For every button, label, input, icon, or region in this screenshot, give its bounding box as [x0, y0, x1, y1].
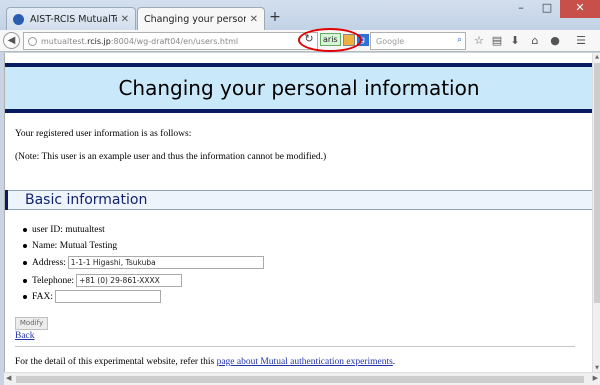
scroll-left-icon[interactable]: ◀	[6, 374, 11, 382]
new-tab-button[interactable]: +	[268, 9, 282, 25]
bullet-icon	[23, 294, 27, 299]
search-icon[interactable]: ⌕	[457, 35, 462, 45]
list-item-name: Name: Mutual Testing	[23, 241, 117, 251]
section-header: Basic information	[5, 190, 592, 210]
bullet-icon	[23, 244, 27, 248]
back-link-wrap: Back	[15, 331, 35, 341]
title-banner: Changing your personal information	[5, 63, 592, 113]
menu-icon[interactable]: ☰	[574, 34, 588, 47]
note-text: (Note: This user is an example user and …	[15, 152, 327, 162]
fax-label: FAX:	[32, 291, 53, 302]
section-bar	[5, 190, 8, 210]
home-icon[interactable]: ⌂	[528, 34, 542, 47]
list-item-telephone: Telephone:	[23, 274, 183, 287]
star-icon[interactable]: ☆	[472, 34, 486, 47]
highlight-circle	[298, 28, 362, 52]
name-text: Name: Mutual Testing	[32, 241, 118, 251]
maximize-icon[interactable]: □	[534, 0, 560, 18]
modify-button[interactable]: Modify	[15, 317, 48, 330]
telephone-label: Telephone:	[32, 275, 75, 286]
tab-changing-info[interactable]: Changing your personal info... ✕	[137, 7, 265, 31]
reading-list-icon[interactable]: ▤	[490, 34, 504, 47]
address-field[interactable]	[67, 256, 264, 269]
scroll-right-icon[interactable]: ▶	[593, 374, 598, 382]
horizontal-scroll-thumb[interactable]	[16, 376, 584, 383]
tab-aist-rcis[interactable]: AIST-RCIS MutualTestF... ✕	[6, 7, 136, 30]
list-item-address: Address:	[23, 256, 264, 269]
page-title: Changing your personal information	[118, 76, 480, 100]
scroll-down-icon[interactable]: ▼	[593, 365, 600, 371]
url-bar[interactable]: mutualtest. rcis.jp:8004/wg-draft04/en/us…	[23, 32, 318, 50]
search-input[interactable]: Google ⌕	[370, 32, 466, 50]
bullet-icon	[23, 260, 27, 265]
experiments-link[interactable]: page about Mutual authentication experim…	[217, 357, 393, 367]
minimize-icon[interactable]: –	[508, 0, 534, 18]
vertical-scroll-thumb[interactable]	[594, 63, 600, 303]
userid-text: user ID: mutualtest	[32, 225, 105, 235]
tab-bar: AIST-RCIS MutualTestF... ✕ Changing your…	[0, 0, 600, 31]
site-info-icon[interactable]	[28, 36, 37, 46]
close-tab-icon[interactable]: ✕	[121, 14, 129, 25]
scroll-up-icon[interactable]: ▲	[593, 54, 600, 60]
horizontal-scrollbar[interactable]: ◀ ▶	[4, 372, 600, 385]
window-close-icon[interactable]: ✕	[560, 0, 600, 18]
vertical-scrollbar[interactable]: ▲ ▼	[592, 53, 600, 372]
chat-icon[interactable]: ●	[548, 34, 562, 47]
section-title: Basic information	[25, 192, 148, 208]
window-controls: – □ ✕	[508, 0, 600, 18]
search-placeholder: Google	[376, 36, 405, 46]
tab-label: Changing your personal info...	[144, 14, 246, 25]
back-icon[interactable]: ◀	[3, 32, 20, 49]
intro-text: Your registered user information is as f…	[15, 129, 192, 139]
footer-text: For the detail of this experimental webs…	[15, 357, 395, 367]
close-tab-icon[interactable]: ✕	[250, 14, 258, 25]
page-content: Changing your personal information Your …	[4, 53, 592, 372]
url-prefix: mutualtest.	[41, 36, 88, 46]
telephone-field[interactable]	[76, 274, 183, 287]
url-path: :8004/wg-draft04/en/users.html	[110, 36, 239, 46]
fax-field[interactable]	[54, 290, 161, 303]
footer-prefix: For the detail of this experimental webs…	[15, 357, 217, 367]
bullet-icon	[23, 278, 27, 283]
download-icon[interactable]: ⬇	[508, 34, 522, 47]
footer-suffix: .	[392, 357, 396, 367]
globe-icon	[13, 13, 24, 25]
divider	[15, 346, 575, 347]
url-host: rcis.jp	[87, 36, 111, 46]
back-link[interactable]: Back	[15, 331, 35, 341]
list-item-fax: FAX:	[23, 290, 161, 303]
tab-label: AIST-RCIS MutualTestF...	[30, 13, 117, 25]
address-label: Address:	[32, 257, 66, 268]
list-item-userid: user ID: mutualtest	[23, 225, 105, 235]
bullet-icon	[23, 228, 27, 232]
